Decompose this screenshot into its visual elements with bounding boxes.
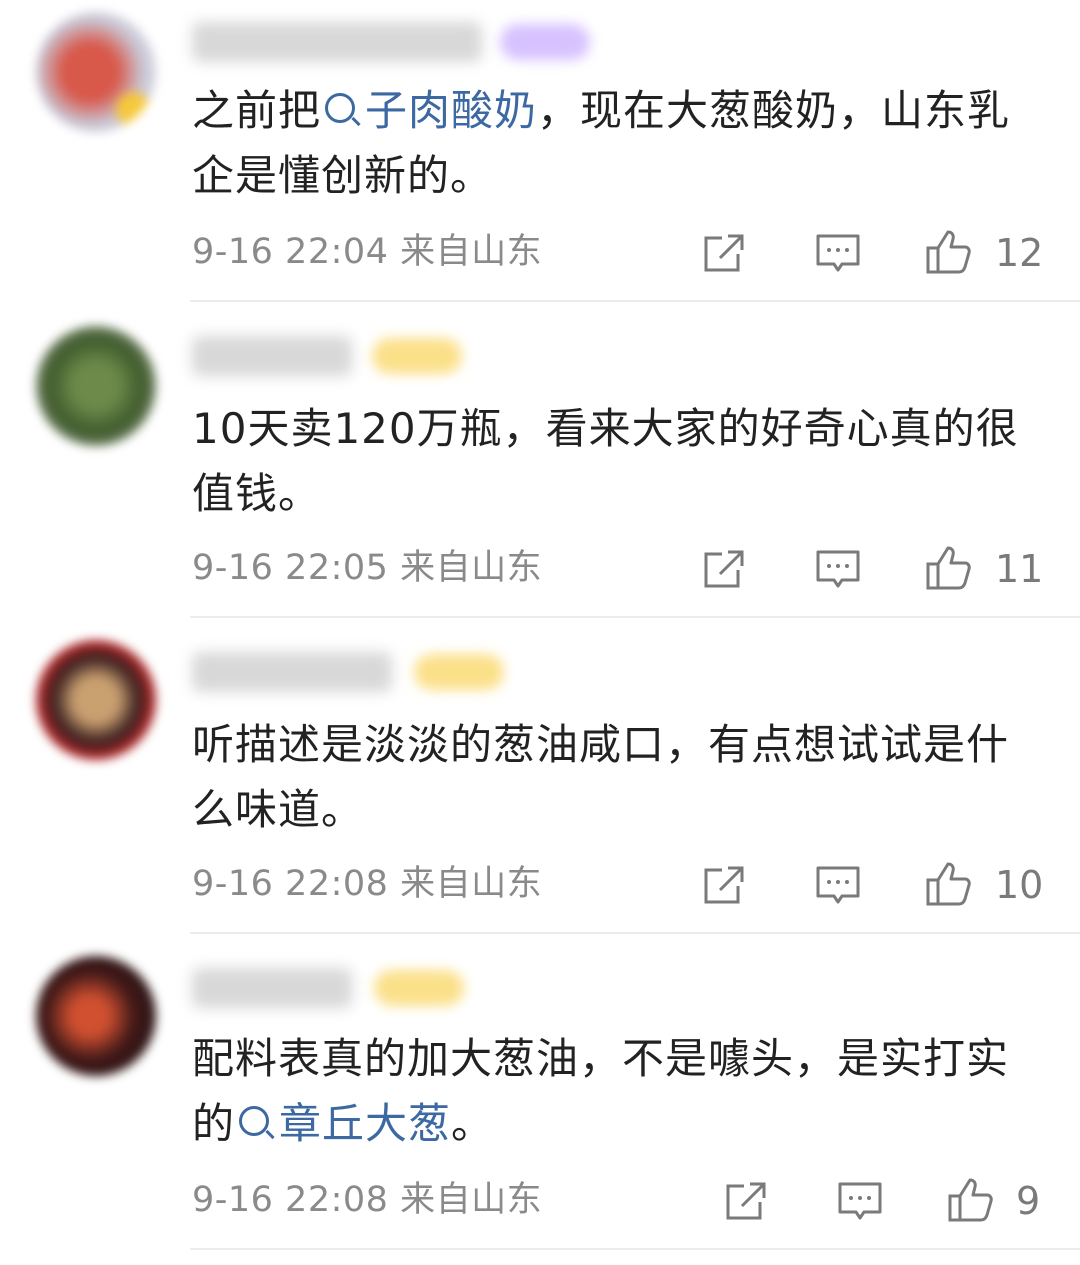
like-count: 9 [1016, 1179, 1041, 1223]
divider [190, 932, 1080, 934]
comment-text-segment: 10天卖120万瓶，看来大家的好奇心真的很值钱。 [192, 404, 1019, 518]
comment-text: 之前把 子肉酸奶，现在大葱酸奶，山东乳企是懂创新的。 [192, 78, 1042, 208]
divider [190, 1248, 1080, 1250]
like-icon[interactable] [924, 860, 974, 908]
search-icon [239, 1106, 270, 1136]
username[interactable] [192, 652, 392, 692]
comment-text: 听描述是淡淡的葱油咸口，有点想试试是什么味道。 [192, 712, 1042, 842]
comment-location: 来自山东 [400, 864, 543, 904]
comment-icon[interactable] [814, 548, 862, 592]
comment-text-segment: 。 [451, 1099, 495, 1148]
comment-meta: 9-16 22:08 来自山东 [192, 1180, 542, 1220]
topic-label: 子肉酸奶 [365, 86, 538, 135]
topic-link[interactable]: 子肉酸奶 [321, 86, 537, 135]
like-icon[interactable] [924, 228, 974, 276]
topic-link[interactable]: 章丘大葱 [235, 1099, 451, 1148]
comment-time: 9-16 22:04 [192, 232, 389, 272]
avatar[interactable] [36, 326, 156, 446]
comment-meta: 9-16 22:05 来自山东 [192, 548, 542, 588]
comment-time: 9-16 22:05 [192, 548, 389, 588]
user-level-badge [500, 24, 590, 60]
user-level-badge [372, 338, 462, 374]
comment-icon[interactable] [814, 864, 862, 908]
comment-location: 来自山东 [400, 232, 543, 272]
user-level-badge [414, 654, 504, 690]
like-icon[interactable] [924, 544, 974, 592]
comment-icon[interactable] [814, 232, 862, 276]
comment-meta: 9-16 22:08 来自山东 [192, 864, 542, 904]
user-level-badge [374, 970, 464, 1006]
avatar[interactable] [36, 12, 156, 132]
share-icon[interactable] [722, 1180, 770, 1224]
username[interactable] [192, 336, 352, 376]
search-icon [325, 93, 356, 123]
like-count: 12 [995, 231, 1044, 275]
divider [190, 300, 1080, 302]
divider [190, 616, 1080, 618]
comment-time: 9-16 22:08 [192, 1180, 389, 1220]
topic-label: 章丘大葱 [279, 1099, 452, 1148]
share-icon[interactable] [700, 548, 748, 592]
comment-text: 10天卖120万瓶，看来大家的好奇心真的很值钱。 [192, 396, 1042, 526]
avatar[interactable] [36, 956, 156, 1076]
like-icon[interactable] [946, 1176, 996, 1224]
comment-location: 来自山东 [400, 548, 543, 588]
share-icon[interactable] [700, 864, 748, 908]
username[interactable] [192, 22, 482, 62]
comment-meta: 9-16 22:04 来自山东 [192, 232, 542, 272]
comment-location: 来自山东 [400, 1180, 543, 1220]
comment-text: 配料表真的加大葱油，不是噱头，是实打实的 章丘大葱。 [192, 1026, 1042, 1156]
share-icon[interactable] [700, 232, 748, 276]
username[interactable] [192, 968, 352, 1008]
comment-text-segment: 听描述是淡淡的葱油咸口，有点想试试是什么味道。 [192, 720, 1010, 834]
comment-text-segment: 之前把 [192, 86, 322, 135]
like-count: 10 [995, 863, 1044, 907]
comment-time: 9-16 22:08 [192, 864, 389, 904]
avatar[interactable] [36, 640, 156, 760]
verified-badge-icon [116, 92, 150, 126]
like-count: 11 [995, 547, 1044, 591]
comment-icon[interactable] [836, 1180, 884, 1224]
